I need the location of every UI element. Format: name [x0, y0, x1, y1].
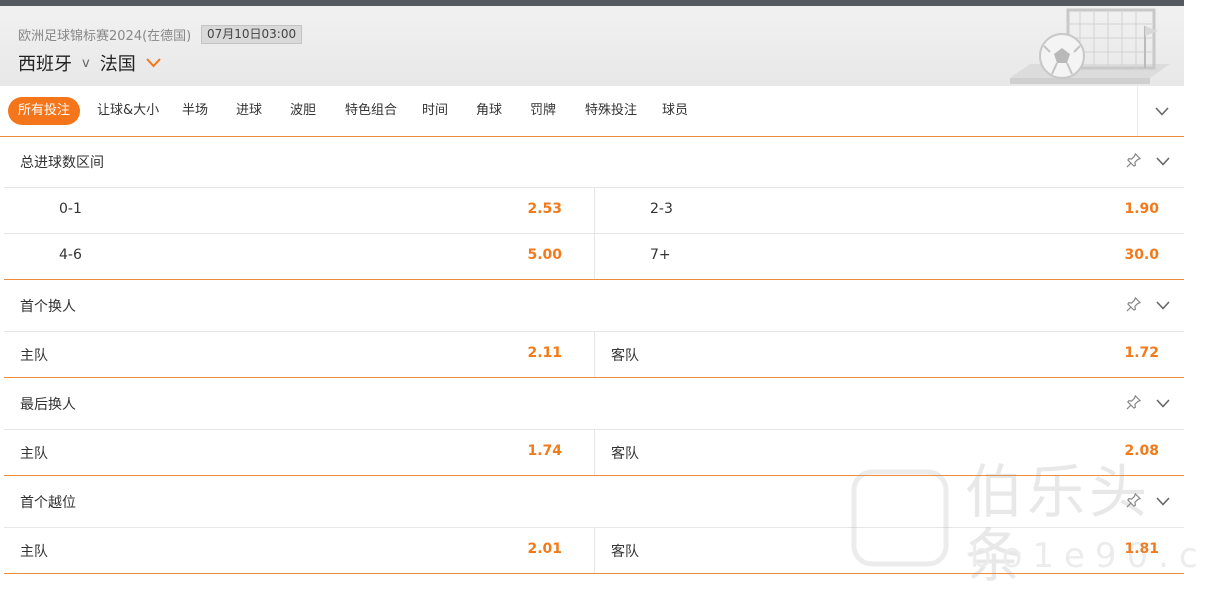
match-header: 欧洲足球锦标赛2024(在德国) 07月10日03:00 西班牙 v 法国: [0, 6, 1184, 86]
tabs-expand-button[interactable]: [1137, 86, 1185, 136]
market-row: 主队 2.01 客队 1.81: [4, 527, 1184, 574]
odds-cell[interactable]: 客队 1.72: [594, 331, 1185, 377]
market-header[interactable]: 总进球数区间: [4, 137, 1184, 188]
odds-cell[interactable]: 客队 2.08: [594, 429, 1185, 475]
away-team: 法国: [99, 54, 136, 75]
selection-label: 客队: [611, 348, 639, 364]
odds-cell[interactable]: 主队 2.01: [4, 527, 594, 573]
market-header[interactable]: 最后换人: [4, 379, 1184, 430]
market-row: 主队 2.11 客队 1.72: [4, 331, 1184, 378]
home-team: 西班牙: [18, 54, 72, 75]
odds-value: 2.53: [527, 201, 562, 217]
tab-players[interactable]: 球员: [662, 97, 688, 125]
market-title: 最后换人: [20, 397, 76, 413]
pin-icon[interactable]: [1126, 493, 1141, 508]
pin-icon[interactable]: [1126, 153, 1141, 168]
tab-handicap-over-under[interactable]: 让球&大小: [97, 97, 159, 125]
selection-label: 7+: [650, 247, 671, 263]
market-total-goals-range: 总进球数区间 0-1 2.53 2-3 1.90 4-6 5.00 7+ 30.…: [4, 137, 1184, 280]
odds-cell[interactable]: 主队 1.74: [4, 429, 594, 475]
chevron-down-icon: [1154, 106, 1169, 116]
market-row: 主队 1.74 客队 2.08: [4, 429, 1184, 476]
odds-value: 1.90: [1124, 201, 1159, 217]
odds-cell[interactable]: 2-3 1.90: [594, 187, 1185, 233]
chevron-down-icon[interactable]: [1156, 157, 1170, 166]
market-title: 总进球数区间: [20, 155, 104, 171]
odds-cell[interactable]: 0-1 2.53: [4, 187, 594, 233]
selection-label: 4-6: [59, 247, 82, 263]
odds-value: 2.08: [1124, 443, 1159, 459]
selection-label: 客队: [611, 446, 639, 462]
selection-label: 0-1: [59, 201, 82, 217]
market-title: 首个越位: [20, 495, 76, 511]
tab-half-time[interactable]: 半场: [182, 97, 208, 125]
pin-icon[interactable]: [1126, 297, 1141, 312]
market-title: 首个换人: [20, 299, 76, 315]
odds-value: 1.74: [527, 443, 562, 459]
tab-all-bets[interactable]: 所有投注: [8, 97, 81, 125]
selection-label: 2-3: [650, 201, 673, 217]
selection-label: 主队: [20, 348, 48, 364]
odds-cell[interactable]: 主队 2.11: [4, 331, 594, 377]
odds-value: 5.00: [527, 247, 562, 263]
market-header[interactable]: 首个换人: [4, 281, 1184, 332]
match-teams: 西班牙 v 法国: [18, 50, 161, 76]
tab-corners[interactable]: 角球: [476, 97, 502, 125]
market-first-substitution: 首个换人 主队 2.11 客队 1.72: [4, 281, 1184, 378]
tab-special-bets[interactable]: 特殊投注: [585, 97, 637, 125]
market-first-offside: 首个越位 主队 2.01 客队 1.81: [4, 477, 1184, 574]
soccer-goal-icon: [1010, 8, 1170, 84]
odds-cell[interactable]: 7+ 30.0: [594, 233, 1185, 279]
tab-time[interactable]: 时间: [422, 97, 448, 125]
chevron-down-icon[interactable]: [145, 58, 161, 68]
market-row: 4-6 5.00 7+ 30.0: [4, 233, 1184, 280]
vs-label: v: [82, 55, 90, 71]
pin-icon[interactable]: [1126, 395, 1141, 410]
tab-correct-score[interactable]: 波胆: [290, 97, 316, 125]
competition-name: 欧洲足球锦标赛2024(在德国): [18, 29, 192, 44]
chevron-down-icon[interactable]: [1156, 399, 1170, 408]
chevron-down-icon[interactable]: [1156, 497, 1170, 506]
odds-cell[interactable]: 4-6 5.00: [4, 233, 594, 279]
market-header[interactable]: 首个越位: [4, 477, 1184, 528]
selection-label: 客队: [611, 544, 639, 560]
odds-value: 2.11: [527, 345, 562, 361]
market-row: 0-1 2.53 2-3 1.90: [4, 187, 1184, 234]
tab-cards[interactable]: 罚牌: [530, 97, 556, 125]
odds-cell[interactable]: 客队 1.81: [594, 527, 1185, 573]
market-last-substitution: 最后换人 主队 1.74 客队 2.08: [4, 379, 1184, 476]
tab-special-combo[interactable]: 特色组合: [345, 97, 397, 125]
odds-value: 2.01: [527, 541, 562, 557]
selection-label: 主队: [20, 446, 48, 462]
odds-value: 1.81: [1124, 541, 1159, 557]
chevron-down-icon[interactable]: [1156, 301, 1170, 310]
odds-value: 30.0: [1124, 247, 1159, 263]
tab-goals[interactable]: 进球: [236, 97, 262, 125]
bet-tabs: 所有投注 让球&大小 半场 进球 波胆 特色组合 时间 角球 罚牌 特殊投注 球…: [0, 86, 1184, 137]
match-time: 07月10日03:00: [201, 25, 303, 44]
selection-label: 主队: [20, 544, 48, 560]
odds-value: 1.72: [1124, 345, 1159, 361]
